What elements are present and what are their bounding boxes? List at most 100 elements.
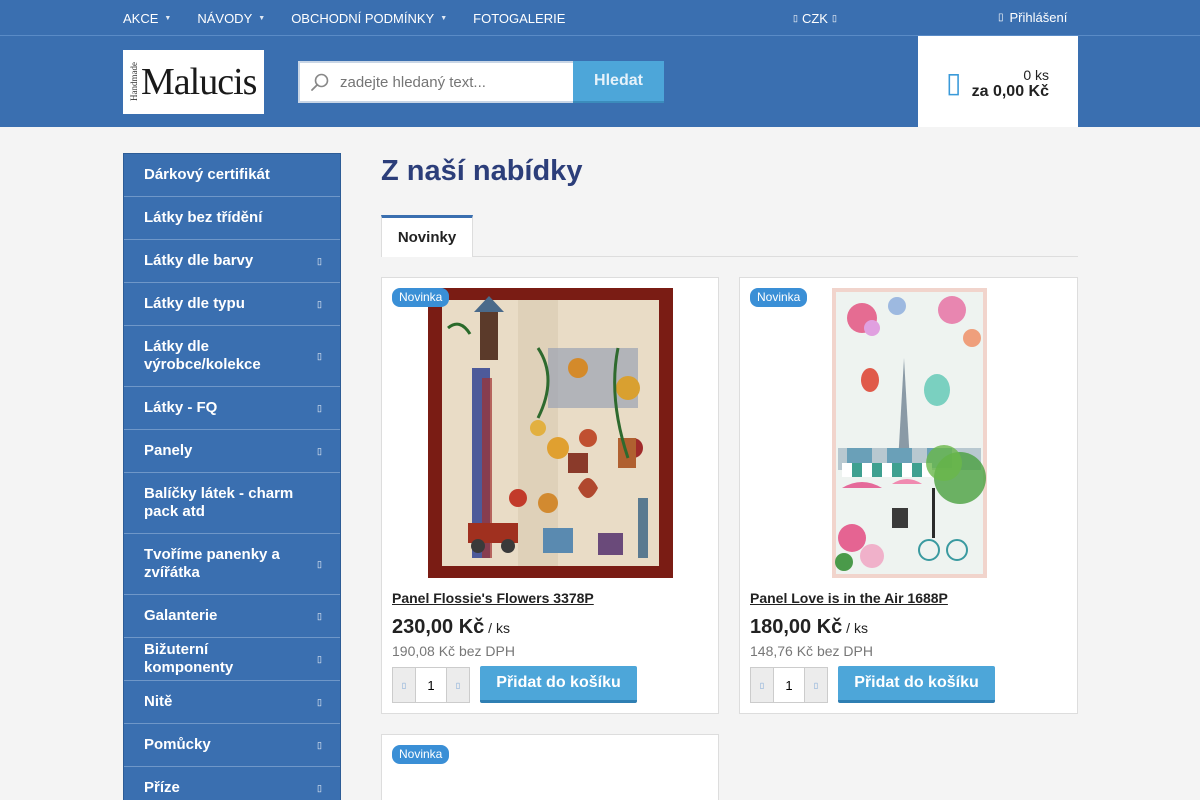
chevron-down-icon: ▼ — [164, 14, 172, 22]
user-icon: ▯ — [998, 11, 1004, 23]
nav-label: OBCHODNÍ PODMÍNKY — [291, 10, 435, 26]
search-form: Hledat — [298, 61, 664, 103]
chevron-right-icon: ▯ — [317, 403, 322, 413]
price-value: 230,00 Kč — [392, 616, 485, 638]
nav-item-fotogalerie[interactable]: FOTOGALERIE — [473, 11, 565, 26]
search-button[interactable]: Hledat — [573, 61, 664, 103]
quantity-input[interactable] — [773, 668, 805, 702]
sidebar-item-label: Látky dle výrobce/kolekce — [144, 338, 261, 373]
chevron-right-icon: ▯ — [317, 654, 322, 664]
chevron-right-icon: ▯ — [317, 299, 322, 309]
chevron-right-icon: ▯ — [317, 559, 322, 569]
sidebar-item-panely[interactable]: Panely ▯ — [124, 430, 340, 473]
sidebar-item-label: Dárkový certifikát — [144, 166, 270, 183]
chevron-right-icon: ▯ — [317, 783, 322, 793]
currency-selector[interactable]: ▯ CZK ▯ — [789, 0, 841, 36]
header: Handmade Malucis Hledat ▯ 0 ks za 0,00 K… — [0, 36, 1200, 127]
product-name-link[interactable]: Panel Flossie's Flowers 3378P — [392, 590, 594, 606]
sidebar-item-latky-bez-trideni[interactable]: Látky bez třídění — [124, 197, 340, 240]
nav-label: NÁVODY — [197, 10, 253, 26]
search-box — [298, 61, 573, 103]
top-navigation: AKCE ▼ NÁVODY ▼ OBCHODNÍ PODMÍNKY ▼ FOTOGAL… — [123, 0, 591, 36]
sidebar-item-pomucky[interactable]: Pomůcky ▯ — [124, 724, 340, 767]
tab-novinky[interactable]: Novinky — [381, 215, 473, 257]
chevron-right-icon: ▯ — [317, 611, 322, 621]
logo-subtitle: Handmade — [129, 62, 139, 102]
chevron-down-icon: ▼ — [258, 14, 266, 22]
cart-summary[interactable]: ▯ 0 ks za 0,00 Kč — [918, 36, 1078, 127]
chevron-right-icon: ▯ — [317, 446, 322, 456]
price-unit: / ks — [484, 620, 510, 636]
sidebar-item-label: Galanterie — [144, 607, 218, 624]
product-image[interactable] — [832, 288, 987, 578]
product-card: Novinka — [381, 734, 719, 800]
product-price: 180,00 Kč / ks — [750, 616, 868, 639]
nav-label: FOTOGALERIE — [473, 10, 566, 26]
sidebar-item-label: Látky bez třídění — [144, 209, 263, 226]
decrease-quantity-button[interactable]: ▯ — [751, 668, 773, 702]
sidebar-item-nite[interactable]: Nitě ▯ — [124, 681, 340, 724]
decrease-quantity-button[interactable]: ▯ — [393, 668, 415, 702]
nav-item-akce[interactable]: AKCE ▼ — [123, 11, 171, 26]
new-badge: Novinka — [392, 745, 450, 764]
chevron-right-icon: ▯ — [317, 351, 322, 361]
quantity-stepper: ▯ ▯ — [392, 667, 470, 703]
sidebar-item-latky-fq[interactable]: Látky - FQ ▯ — [124, 387, 340, 430]
quantity-stepper: ▯ ▯ — [750, 667, 828, 703]
sidebar-item-latky-dle-typu[interactable]: Látky dle typu ▯ — [124, 283, 340, 326]
new-badge: Novinka — [750, 288, 808, 307]
logo[interactable]: Handmade Malucis — [123, 50, 264, 114]
search-icon — [311, 73, 329, 91]
product-card: Novinka Panel Love is in the Air 1688P 1… — [739, 277, 1078, 714]
quantity-input[interactable] — [415, 668, 447, 702]
login-label: Přihlášení — [1009, 9, 1068, 25]
price-without-vat: 190,08 Kč bez DPH — [392, 643, 515, 659]
chevron-right-icon: ▯ — [317, 697, 322, 707]
price-unit: / ks — [842, 620, 868, 636]
sidebar-item-label: Pomůcky — [144, 736, 211, 753]
currency-icon: ▯ — [793, 12, 798, 23]
cart-icon: ▯ — [946, 67, 962, 98]
cart-count: 0 ks — [1023, 67, 1049, 83]
chevron-right-icon: ▯ — [317, 256, 322, 266]
sidebar-item-label: Látky - FQ — [144, 399, 218, 416]
increase-quantity-button[interactable]: ▯ — [447, 668, 469, 702]
nav-item-obchodni-podminky[interactable]: OBCHODNÍ PODMÍNKY ▼ — [291, 11, 447, 26]
product-price: 230,00 Kč / ks — [392, 616, 510, 639]
sidebar-item-label: Tvoříme panenky a zvířátka — [144, 546, 280, 581]
product-image[interactable] — [428, 288, 673, 578]
login-link[interactable]: ▯ Přihlášení — [998, 0, 1067, 34]
sidebar-item-bizuterni-komponenty[interactable]: Bižuterní komponenty ▯ — [124, 638, 340, 681]
add-to-cart-button[interactable]: Přidat do košíku — [838, 666, 995, 703]
top-bar: AKCE ▼ NÁVODY ▼ OBCHODNÍ PODMÍNKY ▼ FOTOGAL… — [0, 0, 1200, 36]
currency-label: CZK — [801, 10, 828, 26]
page-title: Z naší nabídky — [381, 155, 583, 187]
increase-quantity-button[interactable]: ▯ — [805, 668, 827, 702]
sidebar-item-panenky-zviratka[interactable]: Tvoříme panenky a zvířátka ▯ — [124, 534, 340, 595]
sidebar-item-label: Látky dle typu — [144, 295, 245, 312]
sidebar-item-label: Příze — [144, 779, 180, 796]
logo-name: Malucis — [141, 61, 257, 103]
cart-total: za 0,00 Kč — [971, 83, 1049, 100]
product-card: Novinka Panel Flossie's Flowers 3378P 23… — [381, 277, 719, 714]
search-input[interactable] — [340, 73, 560, 91]
add-to-cart-button[interactable]: Přidat do košíku — [480, 666, 637, 703]
nav-item-navody[interactable]: NÁVODY ▼ — [197, 11, 265, 26]
sidebar-item-label: Látky dle barvy — [144, 252, 254, 269]
sidebar-item-latky-dle-barvy[interactable]: Látky dle barvy ▯ — [124, 240, 340, 283]
price-value: 180,00 Kč — [750, 616, 843, 638]
sidebar-item-darkovy-certifikat[interactable]: Dárkový certifikát — [124, 154, 340, 197]
product-name-link[interactable]: Panel Love is in the Air 1688P — [750, 590, 948, 606]
sidebar-item-balicky-latek[interactable]: Balíčky látek - charm pack atd — [124, 473, 340, 534]
chevron-down-icon: ▼ — [440, 14, 448, 22]
price-without-vat: 148,76 Kč bez DPH — [750, 643, 873, 659]
sidebar-item-galanterie[interactable]: Galanterie ▯ — [124, 595, 340, 638]
chevron-down-icon: ▯ — [831, 12, 837, 23]
nav-label: AKCE — [123, 10, 159, 26]
sidebar-item-label: Nitě — [144, 693, 173, 710]
sidebar-item-latky-dle-vyrobce[interactable]: Látky dle výrobce/kolekce ▯ — [124, 326, 340, 387]
chevron-right-icon: ▯ — [317, 740, 322, 750]
sidebar-item-label: Panely — [144, 442, 193, 459]
sidebar-item-prize[interactable]: Příze ▯ — [124, 767, 340, 800]
sidebar-item-label: Balíčky látek - charm pack atd — [144, 485, 294, 520]
